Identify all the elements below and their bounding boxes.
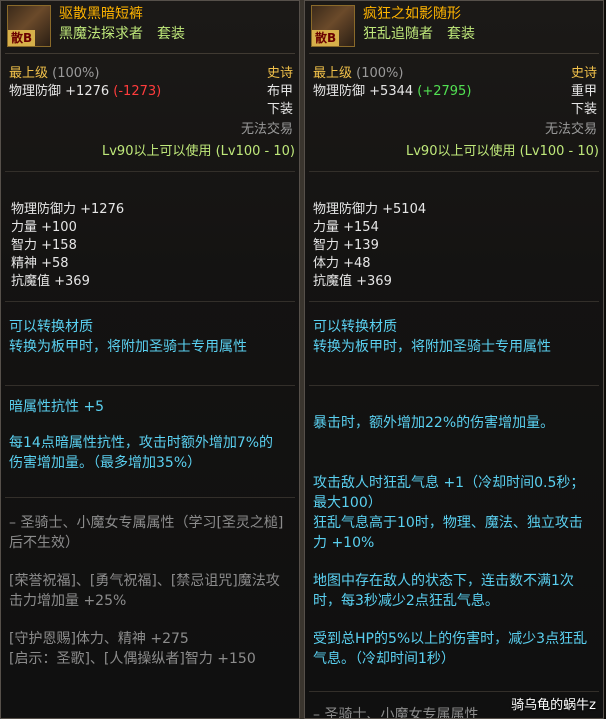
convert-title: 可以转换材质 bbox=[9, 319, 93, 335]
frenzy-effect: 狂乱气息高于10时，物理、魔法、独立攻击力 +10% bbox=[313, 515, 583, 551]
rarity-badge: 散B bbox=[8, 30, 36, 46]
class-bonus-title: – 圣骑士、小魔女专属属性（学习[圣灵之槌]后不生效） bbox=[9, 515, 284, 551]
armor-type: 重甲 bbox=[570, 84, 597, 99]
divider bbox=[5, 497, 295, 498]
stat-line: 力量 +100 bbox=[11, 220, 77, 235]
class-bonus-line: [荣誉祝福]、[勇气祝福]、[禁忌诅咒]魔法攻击力增加量 +25% bbox=[9, 573, 280, 609]
divider bbox=[309, 53, 599, 54]
divider bbox=[309, 385, 599, 386]
frenzy-gain: 攻击敌人时狂乱气息 +1（冷却时间0.5秒；最大100） bbox=[313, 475, 585, 511]
defense-line: 物理防御 +1276 (-1273) bbox=[9, 84, 162, 99]
element-stat: 暗属性抗性 +5 bbox=[9, 399, 105, 415]
frenzy-damage-decay: 受到总HP的5%以上的伤害时，减少3点狂乱气息。（冷却时间1秒） bbox=[313, 631, 588, 667]
divider bbox=[5, 171, 295, 172]
equip-slot: 下装 bbox=[266, 102, 293, 117]
defense-line: 物理防御 +5344 (+2795) bbox=[313, 84, 472, 99]
divider bbox=[5, 385, 295, 386]
item-shorts-icon[interactable]: 散B bbox=[7, 5, 51, 47]
item-set-name: 狂乱追随者 套装 bbox=[363, 26, 475, 42]
convert-description: 转换为板甲时，将附加圣骑士专用属性 bbox=[313, 339, 551, 355]
crit-description: 暴击时，额外增加22%的伤害增加量。 bbox=[313, 415, 555, 431]
watermark: 骑乌龟的蜗牛z bbox=[511, 698, 596, 713]
item-tooltip-left: 散B 驱散黑暗短裤 黑魔法探求者 套装 最上级 (100%) 史诗 物理防御 +… bbox=[0, 0, 300, 719]
equip-slot: 下装 bbox=[570, 102, 597, 117]
item-title: 驱散黑暗短裤 bbox=[59, 6, 143, 22]
stat-line: 抗魔值 +369 bbox=[313, 274, 392, 289]
item-tier: 最上级 (100%) bbox=[313, 66, 404, 81]
item-set-name: 黑魔法探求者 套装 bbox=[59, 26, 185, 42]
level-requirement: Lv90以上可以使用 (Lv100 - 10) bbox=[101, 144, 295, 159]
convert-description: 转换为板甲时，将附加圣骑士专用属性 bbox=[9, 339, 247, 355]
frenzy-decay: 地图中存在敌人的状态下，连击数不满1次时，每3秒减少2点狂乱气息。 bbox=[313, 573, 574, 609]
trade-status: 无法交易 bbox=[544, 122, 597, 137]
stat-line: 物理防御力 +5104 bbox=[313, 202, 427, 217]
element-description: 每14点暗属性抗性，攻击时额外增加7%的伤害增加量。（最多增加35%） bbox=[9, 435, 274, 471]
item-rarity: 史诗 bbox=[570, 66, 597, 81]
divider bbox=[309, 301, 599, 302]
item-tooltip-right: 散B 疯狂之如影随形 狂乱追随者 套装 最上级 (100%) 史诗 物理防御 +… bbox=[304, 0, 604, 719]
armor-type: 布甲 bbox=[266, 84, 293, 99]
stat-line: 智力 +158 bbox=[11, 238, 77, 253]
class-bonus-line: [守护恩赐]体力、精神 +275 bbox=[9, 631, 189, 647]
divider bbox=[5, 301, 295, 302]
stat-line: 智力 +139 bbox=[313, 238, 379, 253]
item-rarity: 史诗 bbox=[266, 66, 293, 81]
stat-line: 抗魔值 +369 bbox=[11, 274, 90, 289]
stat-line: 体力 +48 bbox=[313, 256, 371, 271]
stat-line: 力量 +154 bbox=[313, 220, 379, 235]
item-tier: 最上级 (100%) bbox=[9, 66, 100, 81]
rarity-badge: 散B bbox=[312, 30, 340, 46]
divider bbox=[309, 171, 599, 172]
level-requirement: Lv90以上可以使用 (Lv100 - 10) bbox=[405, 144, 599, 159]
class-bonus-line: [启示：圣歌]、[人偶操纵者]智力 +150 bbox=[9, 651, 256, 667]
stat-line: 精神 +58 bbox=[11, 256, 69, 271]
divider bbox=[5, 53, 295, 54]
convert-title: 可以转换材质 bbox=[313, 319, 397, 335]
item-title: 疯狂之如影随形 bbox=[363, 6, 461, 22]
divider bbox=[309, 691, 599, 692]
stat-line: 物理防御力 +1276 bbox=[11, 202, 125, 217]
trade-status: 无法交易 bbox=[240, 122, 293, 137]
item-shorts-icon[interactable]: 散B bbox=[311, 5, 355, 47]
